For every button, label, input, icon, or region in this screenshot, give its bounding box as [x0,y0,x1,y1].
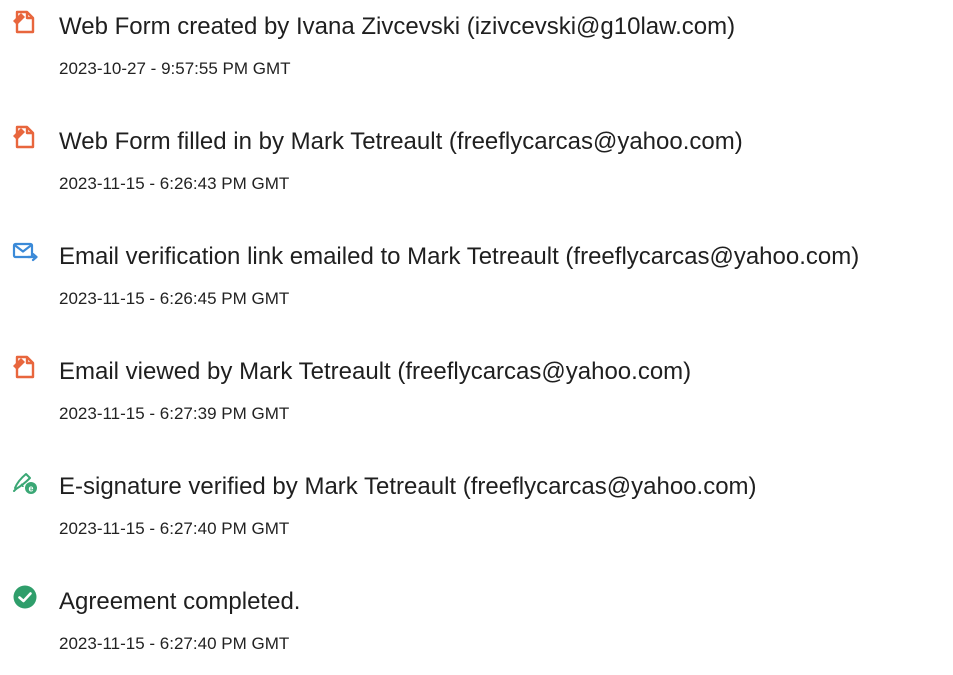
event-timestamp: 2023-11-15 - 6:27:40 PM GMT [59,634,290,653]
document-icon [12,354,38,380]
audit-entry: Email verification link emailed to Mark … [0,230,953,330]
event-timestamp: 2023-11-15 - 6:26:45 PM GMT [59,289,290,308]
audit-entry: Agreement completed. 2023-11-15 - 6:27:4… [0,575,953,675]
event-description: E-signature verified by Mark Tetreault (… [59,473,757,500]
audit-entry: Email viewed by Mark Tetreault (freeflyc… [0,345,953,445]
audit-entry: Web Form created by Ivana Zivcevski (izi… [0,0,953,100]
event-description: Web Form created by Ivana Zivcevski (izi… [59,13,736,40]
svg-text:e: e [28,484,33,494]
audit-entry: Web Form filled in by Mark Tetreault (fr… [0,115,953,215]
email-send-icon [12,239,38,265]
event-timestamp: 2023-11-15 - 6:27:39 PM GMT [59,404,290,423]
event-description: Email viewed by Mark Tetreault (freeflyc… [59,358,692,385]
event-description: Web Form filled in by Mark Tetreault (fr… [59,128,743,155]
event-timestamp: 2023-11-15 - 6:26:43 PM GMT [59,174,290,193]
check-circle-icon [12,584,38,610]
event-timestamp: 2023-10-27 - 9:57:55 PM GMT [59,59,291,78]
document-icon [12,124,38,150]
audit-entry: e E-signature verified by Mark Tetreault… [0,460,953,560]
document-icon [12,9,38,35]
event-description: Email verification link emailed to Mark … [59,243,860,270]
event-timestamp: 2023-11-15 - 6:27:40 PM GMT [59,519,290,538]
pen-e-signature-icon: e [12,469,38,495]
event-description: Agreement completed. [59,588,301,615]
